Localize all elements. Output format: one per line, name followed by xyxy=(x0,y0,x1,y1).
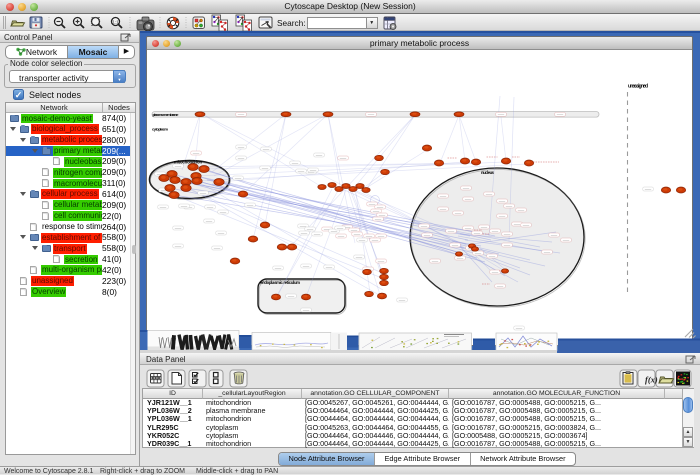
svg-text:endoplasmic reticulum: endoplasmic reticulum xyxy=(260,280,300,285)
svg-text:f(x): f(x) xyxy=(645,375,658,385)
svg-text:nucleus: nucleus xyxy=(481,170,495,175)
svg-text:cytoplasm: cytoplasm xyxy=(152,127,168,132)
svg-text:1:1: 1:1 xyxy=(112,19,119,24)
svg-text:plasma membrane: plasma membrane xyxy=(153,112,180,117)
svg-text:unassigned: unassigned xyxy=(628,84,648,90)
svg-text:mitochondrion: mitochondrion xyxy=(174,160,202,165)
